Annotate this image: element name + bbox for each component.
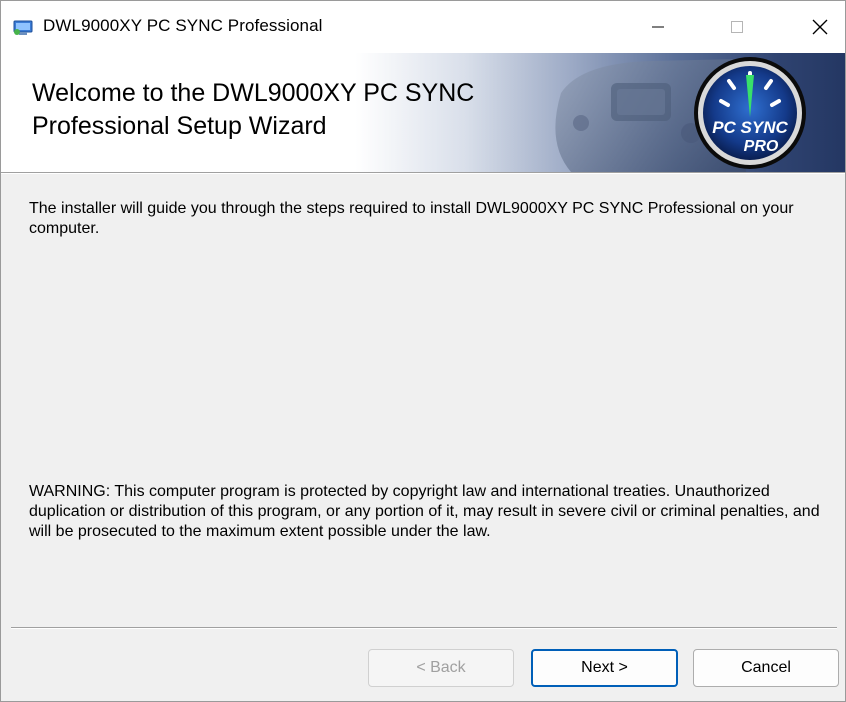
title-bar[interactable]: DWL9000XY PC SYNC Professional: [1, 1, 845, 53]
banner-heading: Welcome to the DWL9000XY PC SYNC Profess…: [32, 77, 592, 143]
logo-text-line2: PRO: [744, 138, 779, 155]
minimize-icon: [652, 26, 664, 28]
close-icon: [812, 19, 828, 35]
intro-text: The installer will guide you through the…: [29, 200, 794, 237]
logo-text-line1: PC SYNC: [712, 118, 788, 137]
cancel-button[interactable]: Cancel: [693, 649, 839, 687]
installer-app-icon: [13, 20, 33, 35]
minimize-button[interactable]: [635, 1, 681, 53]
installer-window: DWL9000XY PC SYNC Professional Welcome t…: [0, 0, 846, 702]
banner-divider-highlight: [1, 173, 845, 174]
next-button[interactable]: Next >: [531, 649, 678, 687]
window-title: DWL9000XY PC SYNC Professional: [43, 16, 323, 35]
copyright-warning: WARNING: This computer program is protec…: [29, 483, 820, 540]
footer-divider-highlight: [11, 628, 837, 629]
pc-sync-pro-logo: PC SYNC PRO: [694, 57, 806, 169]
maximize-icon: [731, 21, 743, 33]
banner-heading-line1: Welcome to the DWL9000XY PC SYNC: [32, 79, 475, 107]
wizard-banner: Welcome to the DWL9000XY PC SYNC Profess…: [1, 53, 845, 172]
banner-heading-line2: Professional Setup Wizard: [32, 112, 327, 140]
maximize-button[interactable]: [714, 1, 760, 53]
close-button[interactable]: [797, 1, 843, 53]
back-button[interactable]: < Back: [368, 649, 514, 687]
